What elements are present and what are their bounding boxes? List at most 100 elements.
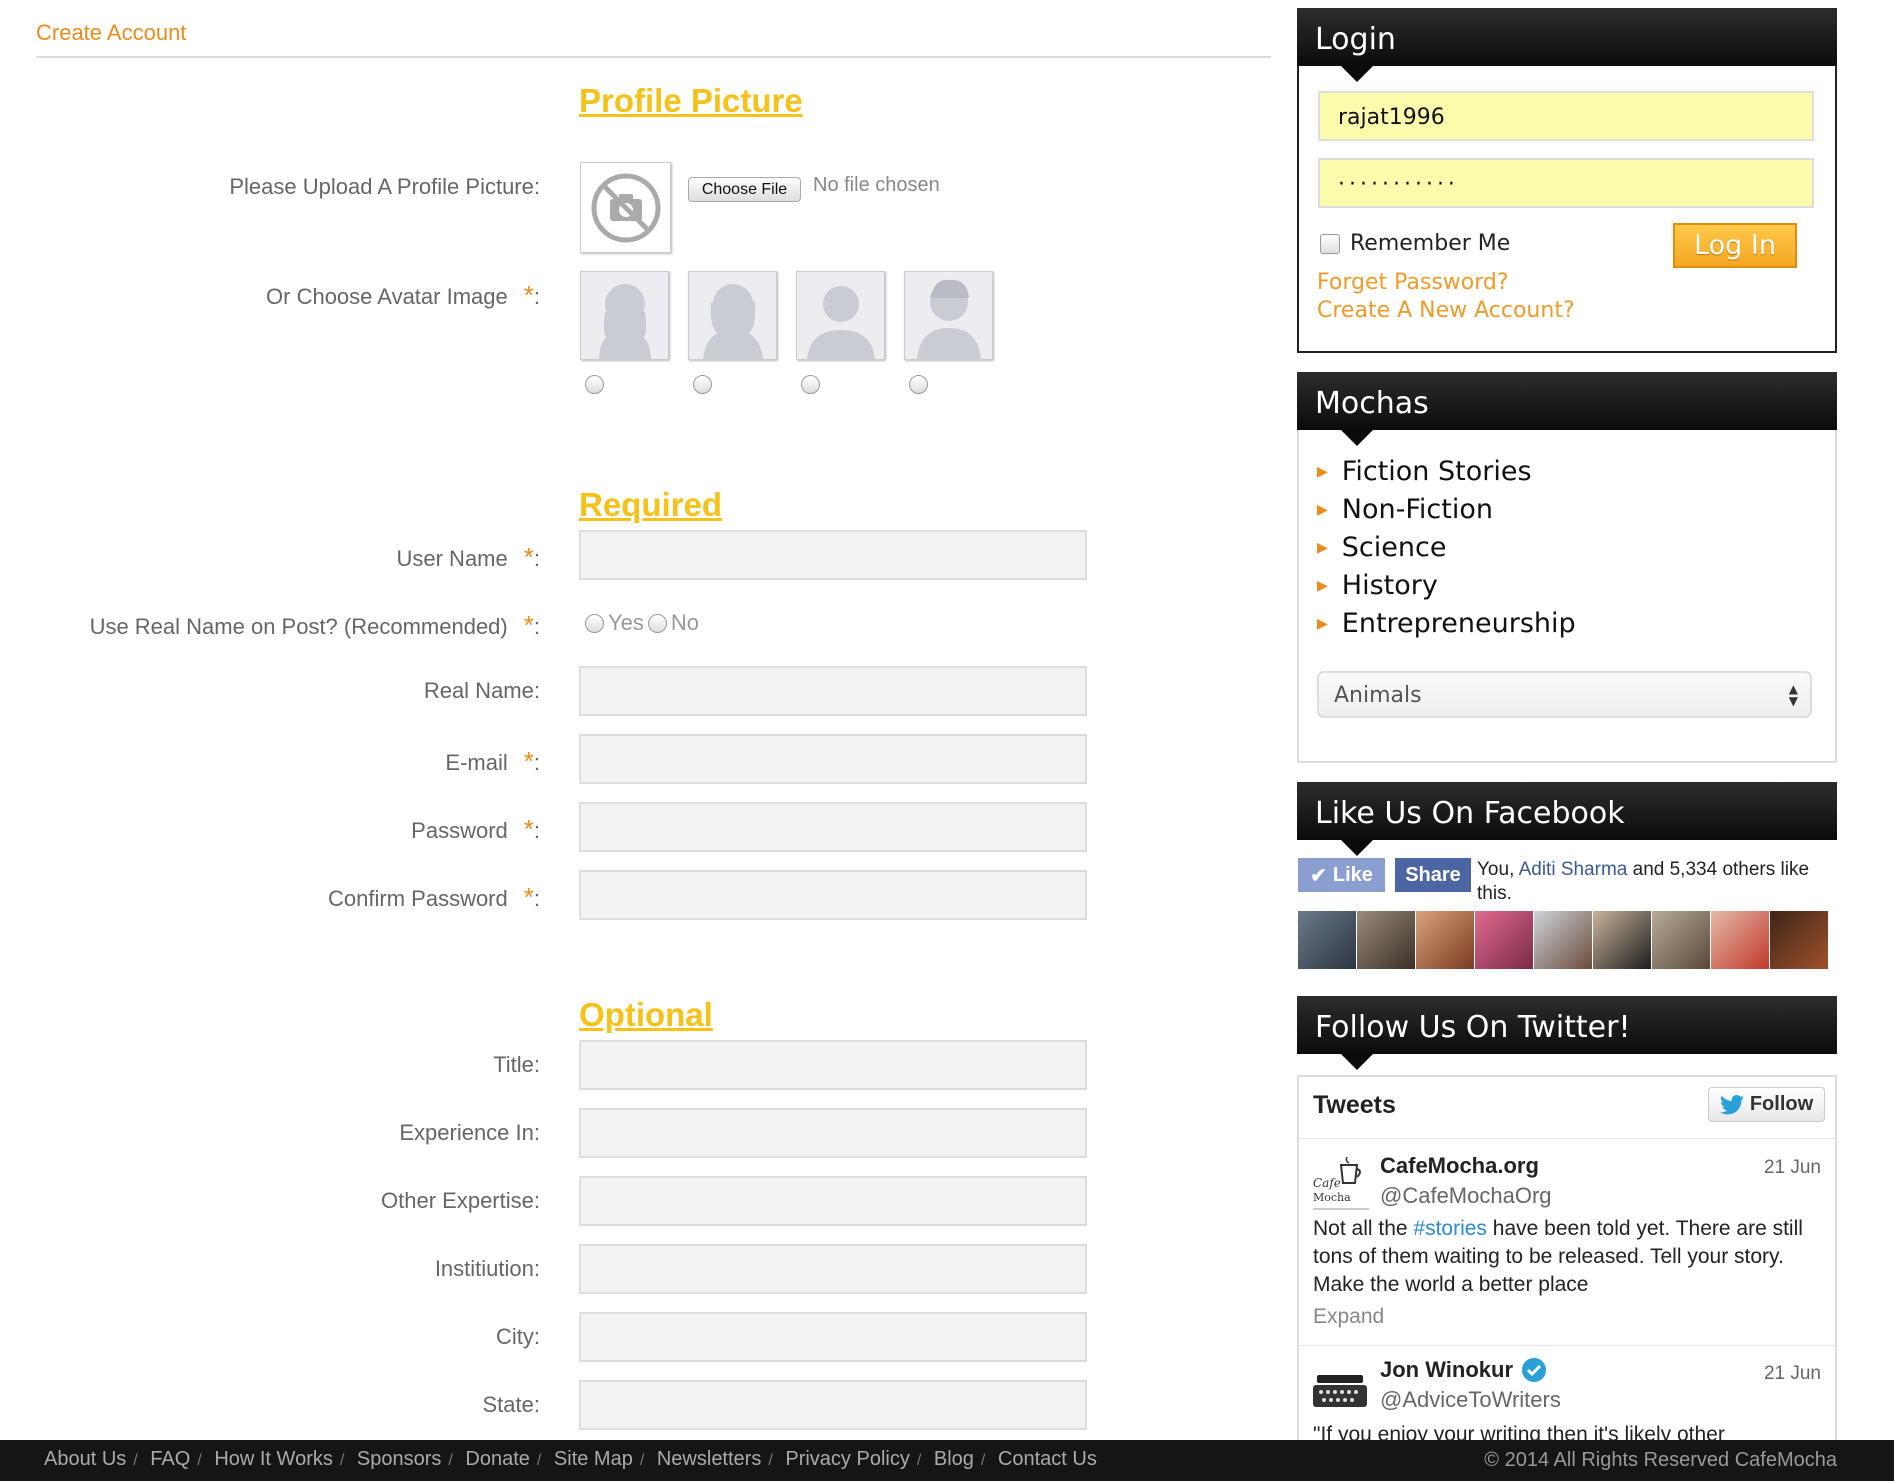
remember-me[interactable]: Remember Me	[1320, 231, 1510, 256]
bullet-icon: ▶	[1317, 577, 1328, 594]
jon-winokur-avatar[interactable]	[1311, 1361, 1371, 1421]
section-heading-profile-picture: Profile Picture	[579, 82, 803, 119]
tweet-text: "If you enjoy your writing then it's lik…	[1313, 1423, 1725, 1440]
coffee-cup-icon: Cafe Mocha	[1313, 1156, 1369, 1210]
svg-text:Mocha: Mocha	[1313, 1191, 1351, 1204]
select-value: Animals	[1334, 683, 1422, 708]
tweet-author-name[interactable]: CafeMocha.org	[1380, 1153, 1539, 1179]
footer-link-privacy-policy[interactable]: Privacy Policy	[785, 1448, 909, 1470]
facebook-friend-avatar[interactable]	[1416, 911, 1474, 969]
profile-picture-placeholder	[580, 162, 671, 253]
choose-file-button[interactable]: Choose File	[688, 177, 801, 202]
cafemocha-avatar[interactable]: Cafe Mocha	[1311, 1156, 1371, 1217]
remember-me-checkbox[interactable]	[1320, 233, 1340, 254]
remember-me-label: Remember Me	[1350, 231, 1511, 256]
footer-link-blog[interactable]: Blog	[934, 1448, 974, 1470]
mochas-item[interactable]: ▶ History	[1317, 570, 1438, 601]
login-widget-title: Login	[1297, 8, 1837, 82]
email-field[interactable]	[579, 734, 1087, 784]
tweet-expand-link[interactable]: Expand	[1313, 1305, 1384, 1329]
login-button[interactable]: Log In	[1673, 223, 1797, 268]
select-arrows-icon: ▲ ▼	[1788, 682, 1798, 708]
facebook-friend-avatar[interactable]	[1593, 911, 1651, 969]
facebook-friend-avatar[interactable]	[1298, 911, 1356, 969]
create-account-link[interactable]: Create A New Account?	[1317, 298, 1575, 323]
facebook-friend-avatar[interactable]	[1770, 911, 1828, 969]
avatar-option-1[interactable]	[580, 271, 669, 360]
facebook-friend-link[interactable]: Aditi Sharma	[1519, 859, 1628, 880]
footer-link-how-it-works[interactable]: How It Works	[214, 1448, 333, 1470]
svg-text:Cafe: Cafe	[1313, 1176, 1341, 1190]
facebook-friend-avatar[interactable]	[1534, 911, 1592, 969]
no-file-chosen-text: No file chosen	[813, 174, 940, 196]
mochas-item[interactable]: ▶ Entrepreneurship	[1317, 608, 1576, 639]
confirm-password-field[interactable]	[579, 870, 1087, 920]
institution-field[interactable]	[579, 1244, 1087, 1294]
footer-link-sponsors[interactable]: Sponsors	[357, 1448, 442, 1470]
username-label: User Name *:	[396, 542, 541, 572]
facebook-friend-avatar[interactable]	[1475, 911, 1533, 969]
real-name-field[interactable]	[579, 666, 1087, 716]
typewriter-icon	[1313, 1375, 1367, 1407]
twitter-bird-icon	[1719, 1094, 1744, 1114]
use-real-name-no-radio[interactable]	[647, 613, 667, 633]
tweet-author-name[interactable]: Jon Winokur	[1380, 1357, 1547, 1383]
no-camera-icon	[591, 173, 660, 242]
footer-link-newsletters[interactable]: Newsletters	[657, 1448, 761, 1470]
footer-link-about-us[interactable]: About Us	[44, 1448, 126, 1470]
title-field[interactable]	[579, 1040, 1087, 1090]
male-avatar-icon	[807, 286, 875, 359]
avatar-radio-1[interactable]	[585, 375, 604, 394]
tweet-date[interactable]: 21 Jun	[1764, 1157, 1821, 1179]
other-expertise-field[interactable]	[579, 1176, 1087, 1226]
avatar-option-4[interactable]	[904, 271, 993, 360]
forgot-password-link[interactable]: Forget Password?	[1317, 270, 1509, 295]
avatar-radio-2[interactable]	[693, 375, 712, 394]
mochas-item[interactable]: ▶ Non-Fiction	[1317, 494, 1493, 525]
mochas-category-select[interactable]: Animals ▲ ▼	[1317, 671, 1812, 718]
avatar-option-2[interactable]	[688, 271, 777, 360]
institution-label: Institiution:	[434, 1256, 540, 1281]
tweet-author-handle[interactable]: @AdviceToWriters	[1380, 1387, 1561, 1413]
login-username-input[interactable]: rajat1996	[1318, 91, 1814, 141]
experience-field[interactable]	[579, 1108, 1087, 1158]
facebook-share-button[interactable]: Share	[1395, 858, 1471, 892]
female-avatar-icon	[703, 284, 763, 359]
facebook-friend-avatar[interactable]	[1652, 911, 1710, 969]
facebook-like-button[interactable]: ✔ Like	[1298, 858, 1385, 892]
mochas-item[interactable]: ▶ Fiction Stories	[1317, 456, 1532, 487]
bullet-icon: ▶	[1317, 501, 1328, 518]
breadcrumb[interactable]: Create Account	[36, 20, 186, 46]
mochas-widget-title: Mochas	[1297, 372, 1837, 446]
other-expertise-label: Other Expertise:	[381, 1188, 540, 1213]
check-icon: ✔	[1310, 864, 1327, 887]
use-real-name-label: Use Real Name on Post? (Recommended) *:	[89, 610, 540, 640]
state-field[interactable]	[579, 1380, 1087, 1430]
hashtag-link[interactable]: #stories	[1413, 1217, 1487, 1240]
password-field[interactable]	[579, 802, 1087, 852]
avatar-radio-4[interactable]	[909, 375, 928, 394]
avatar-option-3[interactable]	[796, 271, 885, 360]
facebook-friend-avatar[interactable]	[1711, 911, 1769, 969]
use-real-name-yes-radio[interactable]	[585, 613, 604, 633]
footer-link-contact-us[interactable]: Contact Us	[998, 1448, 1097, 1470]
divider	[1299, 1138, 1835, 1139]
tweet-author-handle[interactable]: @CafeMochaOrg	[1380, 1183, 1552, 1209]
experience-label: Experience In:	[399, 1120, 540, 1145]
section-heading-optional: Optional	[579, 996, 713, 1033]
facebook-friend-avatar[interactable]	[1357, 911, 1415, 969]
avatar-radio-3[interactable]	[801, 375, 820, 394]
twitter-follow-button[interactable]: Follow	[1708, 1087, 1825, 1122]
footer-link-faq[interactable]: FAQ	[150, 1448, 190, 1470]
tweet-date[interactable]: 21 Jun	[1764, 1363, 1821, 1385]
mochas-item[interactable]: ▶ Science	[1317, 532, 1446, 563]
city-field[interactable]	[579, 1312, 1087, 1362]
facebook-widget-title: Like Us On Facebook	[1297, 782, 1837, 856]
login-password-input[interactable]: ···········	[1318, 158, 1814, 208]
username-field[interactable]	[579, 530, 1087, 580]
bullet-icon: ▶	[1317, 539, 1328, 556]
twitter-widget-title: Follow Us On Twitter!	[1297, 996, 1837, 1070]
upload-picture-label: Please Upload A Profile Picture:	[229, 174, 540, 199]
footer-link-site-map[interactable]: Site Map	[554, 1448, 633, 1470]
footer-link-donate[interactable]: Donate	[465, 1448, 530, 1470]
